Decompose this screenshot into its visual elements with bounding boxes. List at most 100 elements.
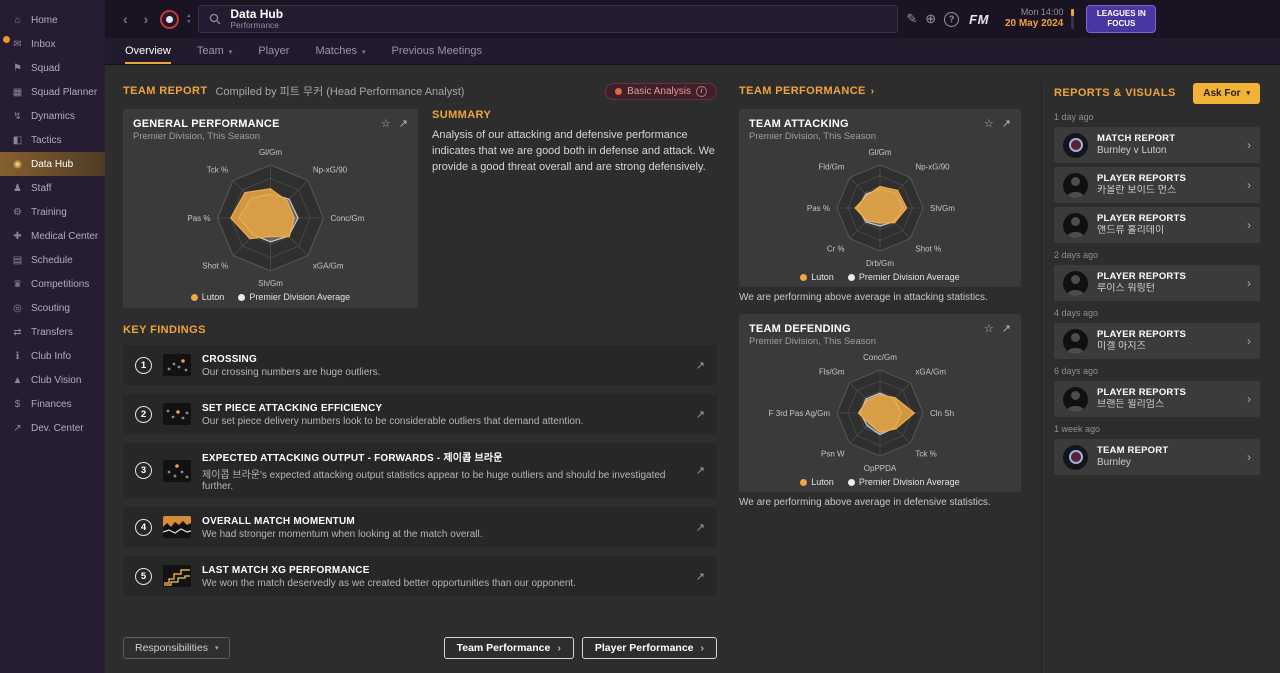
sidebar-item-scouting[interactable]: ◎ Scouting — [0, 296, 105, 320]
back-button[interactable]: ‹ — [119, 11, 132, 27]
sidebar-item-data-hub[interactable]: ◉ Data Hub — [0, 152, 105, 176]
game-datetime[interactable]: Mon 14:00 20 May 2024 — [1005, 7, 1063, 31]
topbar: ‹ › ▴ ▾ Data Hub Performance ✎ ⊕ ? FM Mo… — [105, 0, 1280, 38]
sidebar-item-label: Squad — [31, 62, 60, 74]
app-window: ⌂ Home ✉ Inbox ⚑ Squad ▦ Squad Planner ↯ Dyna… — [0, 0, 1280, 673]
general-performance-panel[interactable]: GENERAL PERFORMANCE ☆ ↗ Premier Division… — [123, 109, 418, 308]
key-finding-row[interactable]: 1 CROSSING Our crossing numbers are huge … — [123, 345, 717, 385]
responsibilities-button[interactable]: Responsibilities ▾ — [123, 637, 231, 659]
sidebar-item-training[interactable]: ⚙ Training — [0, 200, 105, 224]
tab-matches[interactable]: Matches ▾ — [315, 38, 365, 64]
favourite-star-icon[interactable]: ☆ — [381, 117, 391, 130]
sidebar-item-competitions[interactable]: ♛ Competitions — [0, 272, 105, 296]
luton-legend-dot — [800, 274, 808, 281]
sidebar-item-home[interactable]: ⌂ Home — [0, 8, 105, 32]
expand-icon[interactable]: ↗ — [696, 359, 705, 372]
expand-icon[interactable]: ↗ — [1002, 117, 1011, 130]
chevron-down-icon: ▾ — [362, 48, 366, 56]
finances-icon: $ — [14, 398, 21, 410]
sidebar-item-inbox[interactable]: ✉ Inbox — [0, 32, 105, 56]
edit-pencil-icon[interactable]: ✎ — [906, 11, 917, 27]
tab-team[interactable]: Team ▾ — [197, 38, 232, 64]
match-report-row[interactable]: MATCH REPORT Burnley v Luton › — [1054, 127, 1260, 163]
finding-desc: 제이콥 브라운's expected attacking output stat… — [202, 470, 666, 492]
game-time: Mon 14:00 — [1020, 7, 1064, 18]
legend-label: Premier Division Average — [858, 272, 960, 282]
world-icon[interactable]: ⊕ — [925, 11, 936, 27]
tab-previous-meetings[interactable]: Previous Meetings — [392, 38, 483, 64]
radar-legend: Luton Premier Division Average — [133, 292, 408, 302]
sidebar-item-medical-center[interactable]: ✚ Medical Center — [0, 224, 105, 248]
responsibilities-label: Responsibilities — [135, 642, 208, 654]
footer-actions: Responsibilities ▾ Team Performance › Pl… — [123, 627, 717, 673]
forward-button[interactable]: › — [140, 11, 153, 27]
player-performance-button[interactable]: Player Performance › — [581, 637, 717, 659]
search-title-bar[interactable]: Data Hub Performance — [198, 5, 899, 33]
sidebar-item-dev-center[interactable]: ↗ Dev. Center — [0, 416, 105, 440]
player-report-row[interactable]: PLAYER REPORTS 브랜든 윌리엄스 › — [1054, 381, 1260, 417]
leagues-in-focus-button[interactable]: LEAGUES IN FOCUS — [1086, 4, 1157, 34]
sidebar-item-tactics[interactable]: ◧ Tactics — [0, 128, 105, 152]
average-legend-dot — [847, 479, 855, 486]
expand-icon[interactable]: ↗ — [399, 117, 408, 130]
squad-icon: ⚑ — [13, 62, 22, 74]
basic-analysis-badge[interactable]: Basic Analysis i — [605, 82, 717, 100]
favourite-star-icon[interactable]: ☆ — [984, 322, 994, 335]
report-subject: 미겔 아지즈 — [1097, 341, 1146, 353]
expand-icon[interactable]: ↗ — [696, 570, 705, 583]
sidebar-item-squad[interactable]: ⚑ Squad — [0, 56, 105, 80]
player-report-row[interactable]: PLAYER REPORTS 앤드류 홀리데이 › — [1054, 207, 1260, 243]
player-report-row[interactable]: PLAYER REPORTS 카올란 보이드 먼스 › — [1054, 167, 1260, 203]
scatter-chart-icon — [163, 354, 191, 376]
continue-progress-bar — [1071, 9, 1075, 29]
team-performance-header-link[interactable]: TEAM PERFORMANCE › — [739, 81, 1021, 101]
info-icon[interactable]: i — [696, 85, 707, 97]
tab-player[interactable]: Player — [258, 38, 289, 64]
medical-icon: ✚ — [13, 230, 22, 242]
chevron-right-icon: › — [557, 642, 561, 654]
sidebar-item-transfers[interactable]: ⇄ Transfers — [0, 320, 105, 344]
svg-text:Pas %: Pas % — [187, 214, 210, 223]
report-subject: 앤드류 홀리데이 — [1097, 225, 1165, 237]
svg-text:Fls/Gm: Fls/Gm — [819, 368, 845, 377]
sidebar-item-schedule[interactable]: ▤ Schedule — [0, 248, 105, 272]
sidebar-item-finances[interactable]: $ Finances — [0, 392, 105, 416]
team-defending-panel[interactable]: TEAM DEFENDING ☆ ↗ Premier Division, Thi… — [739, 314, 1021, 492]
sidebar-item-squad-planner[interactable]: ▦ Squad Planner — [0, 80, 105, 104]
expand-icon[interactable]: ↗ — [696, 464, 705, 477]
defending-note: We are performing above average in defen… — [739, 497, 991, 508]
player-report-row[interactable]: PLAYER REPORTS 루이스 워링턴 › — [1054, 265, 1260, 301]
key-finding-row[interactable]: 4 OVERALL MATCH MOMENTUM We had stronger … — [123, 507, 717, 547]
sidebar-item-club-vision[interactable]: ▲ Club Vision — [0, 368, 105, 392]
sidebar-item-staff[interactable]: ♟ Staff — [0, 176, 105, 200]
player-report-row[interactable]: PLAYER REPORTS 미겔 아지즈 › — [1054, 323, 1260, 359]
team-attacking-panel[interactable]: TEAM ATTACKING ☆ ↗ Premier Division, Thi… — [739, 109, 1021, 287]
chevron-right-icon: › — [1247, 276, 1251, 290]
club-selector[interactable]: ▴ ▾ — [187, 13, 190, 25]
help-icon[interactable]: ? — [944, 11, 960, 27]
sidebar-item-club-info[interactable]: ℹ Club Info — [0, 344, 105, 368]
expand-icon[interactable]: ↗ — [696, 408, 705, 421]
team-defending-radar: Conc/Gm xGA/Gm Cln Sh Tck % OpPPDA Psn W F 3rd… — [769, 353, 954, 473]
home-icon: ⌂ — [14, 14, 21, 26]
club-crest[interactable] — [160, 9, 180, 29]
sidebar-item-dynamics[interactable]: ↯ Dynamics — [0, 104, 105, 128]
transfers-icon: ⇄ — [13, 326, 22, 338]
expand-icon[interactable]: ↗ — [1002, 322, 1011, 335]
team-report-row[interactable]: TEAM REPORT Burnley › — [1054, 439, 1260, 475]
basic-analysis-label: Basic Analysis — [627, 85, 691, 97]
favourite-star-icon[interactable]: ☆ — [984, 117, 994, 130]
schedule-icon: ▤ — [12, 254, 23, 266]
key-finding-row[interactable]: 2 SET PIECE ATTACKING EFFICIENCY Our set … — [123, 394, 717, 434]
finding-number: 2 — [135, 405, 152, 423]
key-finding-row[interactable]: 3 EXPECTED ATTACKING OUTPUT - FORWARDS -… — [123, 443, 717, 498]
expand-icon[interactable]: ↗ — [696, 521, 705, 534]
team-performance-button[interactable]: Team Performance › — [443, 637, 574, 659]
svg-text:Sh/Gm: Sh/Gm — [258, 279, 283, 288]
key-finding-row[interactable]: 5 LAST MATCH XG PERFORMANCE We won the ma… — [123, 556, 717, 596]
tab-overview[interactable]: Overview — [125, 38, 171, 64]
ask-for-button[interactable]: Ask For ▾ — [1193, 82, 1260, 104]
team-performance-label: TEAM PERFORMANCE — [739, 85, 866, 97]
inbox-icon: ✉ — [13, 38, 22, 50]
svg-text:F 3rd Pas Ag/Gm: F 3rd Pas Ag/Gm — [769, 409, 831, 418]
